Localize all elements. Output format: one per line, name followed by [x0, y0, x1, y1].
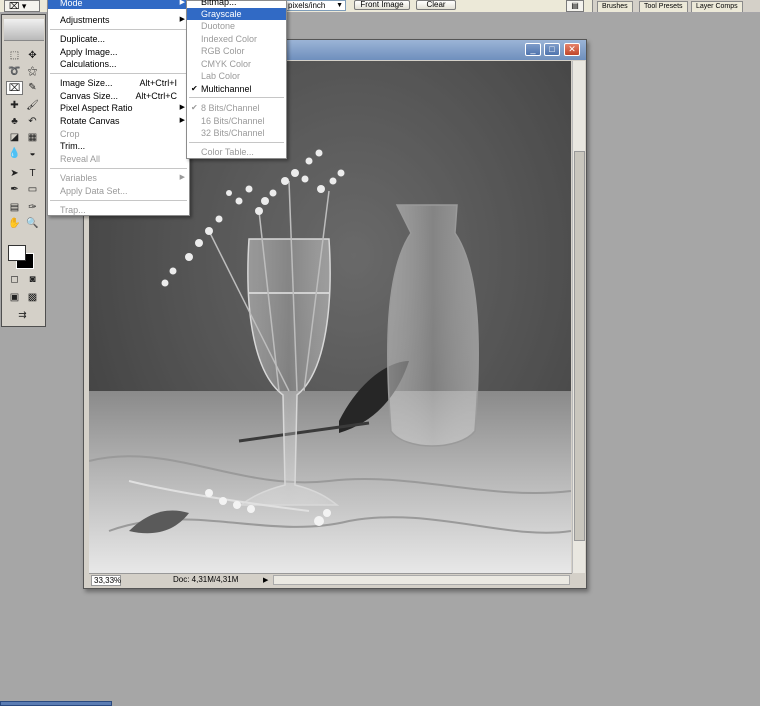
menu-item-rgb-color[interactable]: RGB Color [187, 45, 286, 57]
menu-item-adjustments[interactable]: Adjustments ▶ [48, 14, 189, 26]
eraser-tool-icon[interactable]: ◪ [6, 131, 23, 145]
jump-to-imageready-icon[interactable]: ⇉ [14, 309, 31, 323]
menu-item-indexed-color[interactable]: Indexed Color [187, 33, 286, 45]
adobe-feather-icon[interactable] [4, 19, 44, 41]
menu-item-mode[interactable]: Mode ▶ [48, 0, 189, 9]
front-image-button[interactable]: Front Image [354, 0, 410, 10]
menu-item-grayscale[interactable]: Grayscale [187, 8, 286, 20]
menu-item-8-bits-channel[interactable]: ✔ 8 Bits/Channel [187, 102, 286, 114]
shape-tool-icon[interactable]: ▭ [24, 183, 41, 197]
menu-item-lab-color[interactable]: Lab Color [187, 70, 286, 82]
menu-item-16-bits-channel[interactable]: 16 Bits/Channel [187, 115, 286, 127]
minimize-button[interactable]: _ [525, 43, 541, 56]
lasso-tool-icon[interactable]: ➰ [6, 65, 23, 79]
menu-item-variables[interactable]: Variables ▶ [48, 172, 189, 184]
full-screen-mode-icon[interactable]: ▩ [24, 291, 41, 305]
vertical-scrollbar[interactable] [572, 61, 585, 573]
horizontal-scrollbar[interactable] [273, 575, 570, 585]
menu-item-duotone[interactable]: Duotone [187, 20, 286, 32]
image-menu-dropdown: Mode ▶ Adjustments ▶ Duplicate... Apply Im… [47, 0, 190, 216]
gradient-tool-icon[interactable]: ▦ [24, 131, 41, 145]
menu-item-32-bits-channel[interactable]: 32 Bits/Channel [187, 127, 286, 139]
clear-button[interactable]: Clear [416, 0, 456, 10]
submenu-arrow-icon: ▶ [179, 16, 185, 23]
mode-submenu: Bitmap... Grayscale Duotone Indexed Colo… [186, 0, 287, 159]
dodge-tool-icon[interactable]: ◒ [24, 147, 41, 161]
menu-item-reveal-all[interactable]: Reveal All [48, 153, 189, 165]
menu-item-crop[interactable]: Crop [48, 128, 189, 140]
close-button[interactable]: ✕ [564, 43, 580, 56]
tab-layer-comps[interactable]: Layer Comps [691, 1, 743, 12]
vertical-scroll-thumb[interactable] [574, 151, 585, 541]
history-brush-tool-icon[interactable]: ↶ [24, 115, 41, 129]
menu-item-color-table[interactable]: Color Table... [187, 146, 286, 158]
resolution-unit-value: pixels/inch [288, 1, 326, 10]
tablecloth [89, 391, 571, 573]
tools-panel: ⬚ ✥ ➰ ⚝ ⌧ ✎ ✚ 🖌 ♣ ↶ ◪ ▦ 💧 ◒ ➤ T ✒ ▭ ▤ ✑ … [1, 14, 46, 327]
healing-brush-tool-icon[interactable]: ✚ [6, 99, 23, 113]
move-tool-icon[interactable]: ✥ [24, 49, 41, 63]
type-tool-icon[interactable]: T [24, 167, 41, 181]
submenu-arrow-icon: ▶ [179, 0, 185, 6]
foreground-color-swatch[interactable] [8, 245, 26, 261]
menu-item-bitmap[interactable]: Bitmap... [187, 0, 286, 8]
blur-tool-icon[interactable]: 💧 [6, 147, 23, 161]
document-size-info: Doc: 4,31M/4,31M [173, 575, 239, 584]
menu-item-canvas-size[interactable]: Canvas Size... Alt+Ctrl+C [48, 90, 189, 102]
menu-item-pixel-aspect-ratio[interactable]: Pixel Aspect Ratio ▶ [48, 102, 189, 114]
zoom-tool-icon[interactable]: 🔍 [24, 217, 41, 231]
menu-item-duplicate[interactable]: Duplicate... [48, 33, 189, 45]
clone-stamp-tool-icon[interactable]: ♣ [6, 115, 23, 129]
maximize-button[interactable]: □ [544, 43, 560, 56]
menu-item-apply-image[interactable]: Apply Image... [48, 46, 189, 58]
menu-item-apply-data-set[interactable]: Apply Data Set... [48, 185, 189, 197]
submenu-arrow-icon: ▶ [179, 174, 185, 181]
screen-mode-icon[interactable]: ▣ [6, 291, 23, 305]
document-status-bar: 33,33% Doc: 4,31M/4,31M ▶ [89, 573, 572, 586]
resolution-unit-select[interactable]: pixels/inch ▼ [284, 0, 346, 11]
palette-well: Brushes Tool Presets Layer Comps [592, 0, 760, 12]
crop-tool-icon[interactable]: ⌧ [6, 81, 23, 95]
menu-item-image-size[interactable]: Image Size... Alt+Ctrl+I [48, 77, 189, 89]
pen-tool-icon[interactable]: ✒ [6, 183, 23, 197]
zoom-level-field[interactable]: 33,33% [91, 575, 121, 586]
checkmark-icon: ✔ [191, 103, 198, 112]
menu-item-rotate-canvas[interactable]: Rotate Canvas ▶ [48, 115, 189, 127]
submenu-arrow-icon: ▶ [179, 104, 185, 111]
hand-tool-icon[interactable]: ✋ [6, 217, 23, 231]
chevron-down-icon: ▼ [336, 2, 343, 9]
palette-toggle-icon[interactable]: ▤ [566, 0, 584, 12]
eyedropper-tool-icon[interactable]: ✑ [24, 201, 41, 215]
menu-item-trap[interactable]: Trap... [48, 204, 189, 216]
brush-tool-icon[interactable]: 🖌 [24, 99, 41, 113]
menu-item-cmyk-color[interactable]: CMYK Color [187, 58, 286, 70]
slice-tool-icon[interactable]: ✎ [24, 81, 41, 95]
menu-item-multichannel[interactable]: ✔ Multichannel [187, 83, 286, 95]
crop-tool-preset-picker[interactable]: ⌧ ▾ [4, 0, 40, 12]
checkmark-icon: ✔ [191, 84, 198, 93]
marquee-tool-icon[interactable]: ⬚ [6, 49, 23, 63]
status-menu-arrow-icon[interactable]: ▶ [263, 575, 268, 587]
tab-brushes[interactable]: Brushes [597, 1, 633, 12]
menu-item-calculations[interactable]: Calculations... [48, 58, 189, 70]
notes-tool-icon[interactable]: ▤ [6, 201, 23, 215]
magic-wand-tool-icon[interactable]: ⚝ [24, 65, 41, 79]
minimized-window-strip[interactable] [0, 701, 112, 706]
path-selection-tool-icon[interactable]: ➤ [6, 167, 23, 181]
menu-item-trim[interactable]: Trim... [48, 140, 189, 152]
standard-mode-icon[interactable]: ◻ [6, 273, 23, 287]
submenu-arrow-icon: ▶ [179, 117, 185, 124]
tab-tool-presets[interactable]: Tool Presets [639, 1, 688, 12]
quick-mask-mode-icon[interactable]: ◙ [24, 273, 41, 287]
